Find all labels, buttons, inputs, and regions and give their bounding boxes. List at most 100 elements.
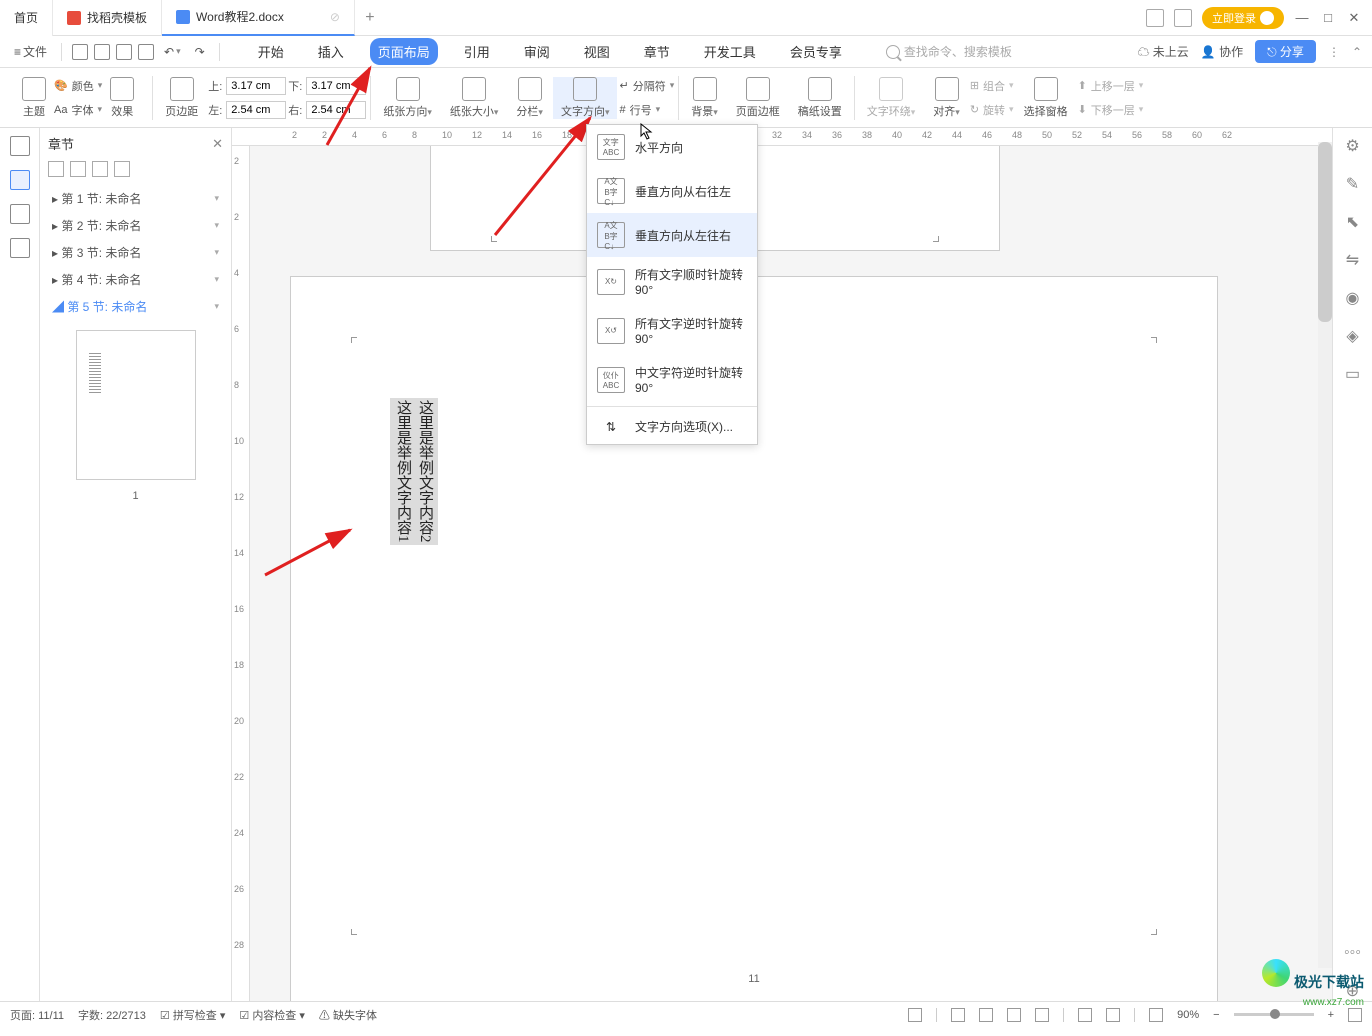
status-words[interactable]: 字数: 22/2713 <box>78 1007 146 1023</box>
ribbon-align[interactable]: 对齐▾ <box>925 77 968 119</box>
document-text[interactable]: 这里是举例文字内容2 这里是举例文字内容1 <box>390 398 438 545</box>
search-input[interactable]: 查找命令、搜索模板 <box>886 43 1012 60</box>
qa-icon-3[interactable] <box>116 44 132 60</box>
collapse-icon[interactable]: ⌃ <box>1352 45 1362 59</box>
margin-left-input[interactable] <box>226 101 286 119</box>
ribbon-bg[interactable]: 背景▾ <box>683 77 726 119</box>
menu-section[interactable]: 章节 <box>636 38 678 65</box>
ribbon-select[interactable]: 选择窗格 <box>1016 77 1076 119</box>
sb-view-2[interactable] <box>951 1008 965 1022</box>
zoom-slider[interactable] <box>1234 1013 1314 1016</box>
ribbon-group[interactable]: ⊞ 组合▾ <box>970 75 1014 97</box>
section-item-5[interactable]: ◢ 第 5 节: 未命名▾ <box>48 293 223 320</box>
status-spell[interactable]: ☑ 拼写检查 ▾ <box>160 1007 226 1023</box>
menu-devtools[interactable]: 开发工具 <box>696 38 764 65</box>
sb-view-5[interactable] <box>1035 1008 1049 1022</box>
ribbon-effect[interactable]: 效果 <box>102 77 142 119</box>
section-panel-close[interactable]: ✕ <box>212 136 223 152</box>
right-tool-5[interactable]: ◉ <box>1343 288 1363 308</box>
menu-view[interactable]: 视图 <box>576 38 618 65</box>
status-fontmissing[interactable]: ⚠ 缺失字体 <box>319 1007 377 1023</box>
tab-add-button[interactable]: + <box>355 9 385 27</box>
sp-tool-2[interactable] <box>70 161 86 177</box>
margin-top-input[interactable] <box>226 77 286 95</box>
sb-zoom-fit[interactable] <box>1149 1008 1163 1022</box>
ribbon-size[interactable]: 纸张大小▾ <box>442 77 507 119</box>
login-button[interactable]: 立即登录 <box>1202 7 1284 29</box>
right-tool-6[interactable]: ◈ <box>1343 326 1363 346</box>
right-tool-1[interactable]: ⚙ <box>1343 136 1363 156</box>
sb-layout-2[interactable] <box>1106 1008 1120 1022</box>
sb-view-1[interactable] <box>908 1008 922 1022</box>
section-item-4[interactable]: ▸ 第 4 节: 未命名▾ <box>48 266 223 293</box>
menu-start[interactable]: 开始 <box>250 38 292 65</box>
dd-rotate-cw[interactable]: X↻所有文字顺时针旋转90° <box>587 257 757 306</box>
qa-redo[interactable]: ↷ <box>191 43 209 61</box>
file-menu[interactable]: ≡ 文件 <box>10 41 51 62</box>
menu-review[interactable]: 审阅 <box>516 38 558 65</box>
dd-vertical-ltr[interactable]: A文B字C↓垂直方向从左往右 <box>587 213 757 257</box>
vertical-ruler[interactable]: 2246810121416182022242628 <box>232 146 250 1001</box>
zoom-level[interactable]: 90% <box>1177 1009 1199 1021</box>
ribbon-wrap[interactable]: 文字环绕▾ <box>859 77 924 119</box>
section-item-3[interactable]: ▸ 第 3 节: 未命名▾ <box>48 239 223 266</box>
left-tool-bookmark[interactable] <box>10 204 30 224</box>
dd-chinese-ccw[interactable]: 仪仆ABC中文字符逆时针旋转90° <box>587 355 757 404</box>
section-item-2[interactable]: ▸ 第 2 节: 未命名▾ <box>48 212 223 239</box>
tab-menu-icon[interactable]: ⊘ <box>330 10 340 24</box>
zoom-in[interactable]: + <box>1328 1009 1334 1021</box>
dd-vertical-rtl[interactable]: A文B字C↓垂直方向从右往左 <box>587 169 757 213</box>
coop-button[interactable]: 👤 协作 <box>1201 43 1243 60</box>
sp-tool-3[interactable] <box>92 161 108 177</box>
ribbon-breaks[interactable]: ↵ 分隔符▾ <box>619 75 674 97</box>
dd-options[interactable]: ⇅文字方向选项(X)... <box>587 409 757 444</box>
menu-pagelayout[interactable]: 页面布局 <box>370 38 438 65</box>
ribbon-back[interactable]: ⬇ 下移一层▾ <box>1078 99 1144 121</box>
ribbon-textdir[interactable]: 文字方向▾ <box>553 77 618 119</box>
close-button[interactable]: ✕ <box>1346 10 1362 26</box>
ribbon-front[interactable]: ⬆ 上移一层▾ <box>1078 75 1144 97</box>
minimize-button[interactable]: — <box>1294 10 1310 25</box>
margin-right-input[interactable] <box>306 101 366 119</box>
sb-view-3[interactable] <box>979 1008 993 1022</box>
cloud-status[interactable]: ☁ 未上云 <box>1137 43 1188 60</box>
ribbon-border[interactable]: 页面边框 <box>728 77 788 119</box>
vscroll-thumb[interactable] <box>1318 142 1332 322</box>
margin-bottom-input[interactable] <box>306 77 366 95</box>
ribbon-lineno[interactable]: # 行号▾ <box>619 99 674 121</box>
sb-layout-1[interactable] <box>1078 1008 1092 1022</box>
qa-undo[interactable]: ↶▾ <box>160 43 185 61</box>
qa-icon-1[interactable] <box>72 44 88 60</box>
right-tool-7[interactable]: ▭ <box>1343 364 1363 384</box>
more-icon[interactable]: ⋮ <box>1328 45 1340 59</box>
layout-icon-1[interactable] <box>1146 9 1164 27</box>
sp-tool-1[interactable] <box>48 161 64 177</box>
qa-icon-4[interactable] <box>138 44 154 60</box>
layout-icon-2[interactable] <box>1174 9 1192 27</box>
maximize-button[interactable]: □ <box>1320 10 1336 25</box>
tab-home[interactable]: 首页 <box>0 0 53 36</box>
status-page[interactable]: 页面: 11/11 <box>10 1007 64 1023</box>
menu-reference[interactable]: 引用 <box>456 38 498 65</box>
section-item-1[interactable]: ▸ 第 1 节: 未命名▾ <box>48 185 223 212</box>
ribbon-columns[interactable]: 分栏▾ <box>508 77 551 119</box>
sp-tool-4[interactable] <box>114 161 130 177</box>
tab-document[interactable]: Word教程2.docx⊘ <box>162 0 355 36</box>
share-button[interactable]: ⎋ 分享 <box>1255 40 1316 63</box>
menu-insert[interactable]: 插入 <box>310 38 352 65</box>
ribbon-theme[interactable]: 主题 <box>14 77 54 119</box>
ribbon-grid[interactable]: 稿纸设置 <box>790 77 850 119</box>
tab-template[interactable]: 找稻壳模板 <box>53 0 162 36</box>
ribbon-color[interactable]: 🎨 颜色▾ <box>54 75 102 97</box>
left-tool-2[interactable] <box>10 170 30 190</box>
ribbon-orient[interactable]: 纸张方向▾ <box>375 77 440 119</box>
section-thumbnail[interactable] <box>76 330 196 480</box>
left-tool-search[interactable] <box>10 238 30 258</box>
menu-member[interactable]: 会员专享 <box>782 38 850 65</box>
ribbon-font[interactable]: Aa 字体▾ <box>54 99 102 121</box>
vertical-scrollbar[interactable] <box>1318 142 1332 968</box>
zoom-out[interactable]: − <box>1213 1009 1219 1021</box>
left-tool-1[interactable] <box>10 136 30 156</box>
horizontal-ruler[interactable]: 2246810121416182022242628303234363840424… <box>232 128 1332 146</box>
dd-horizontal[interactable]: 文字ABC水平方向 <box>587 125 757 169</box>
